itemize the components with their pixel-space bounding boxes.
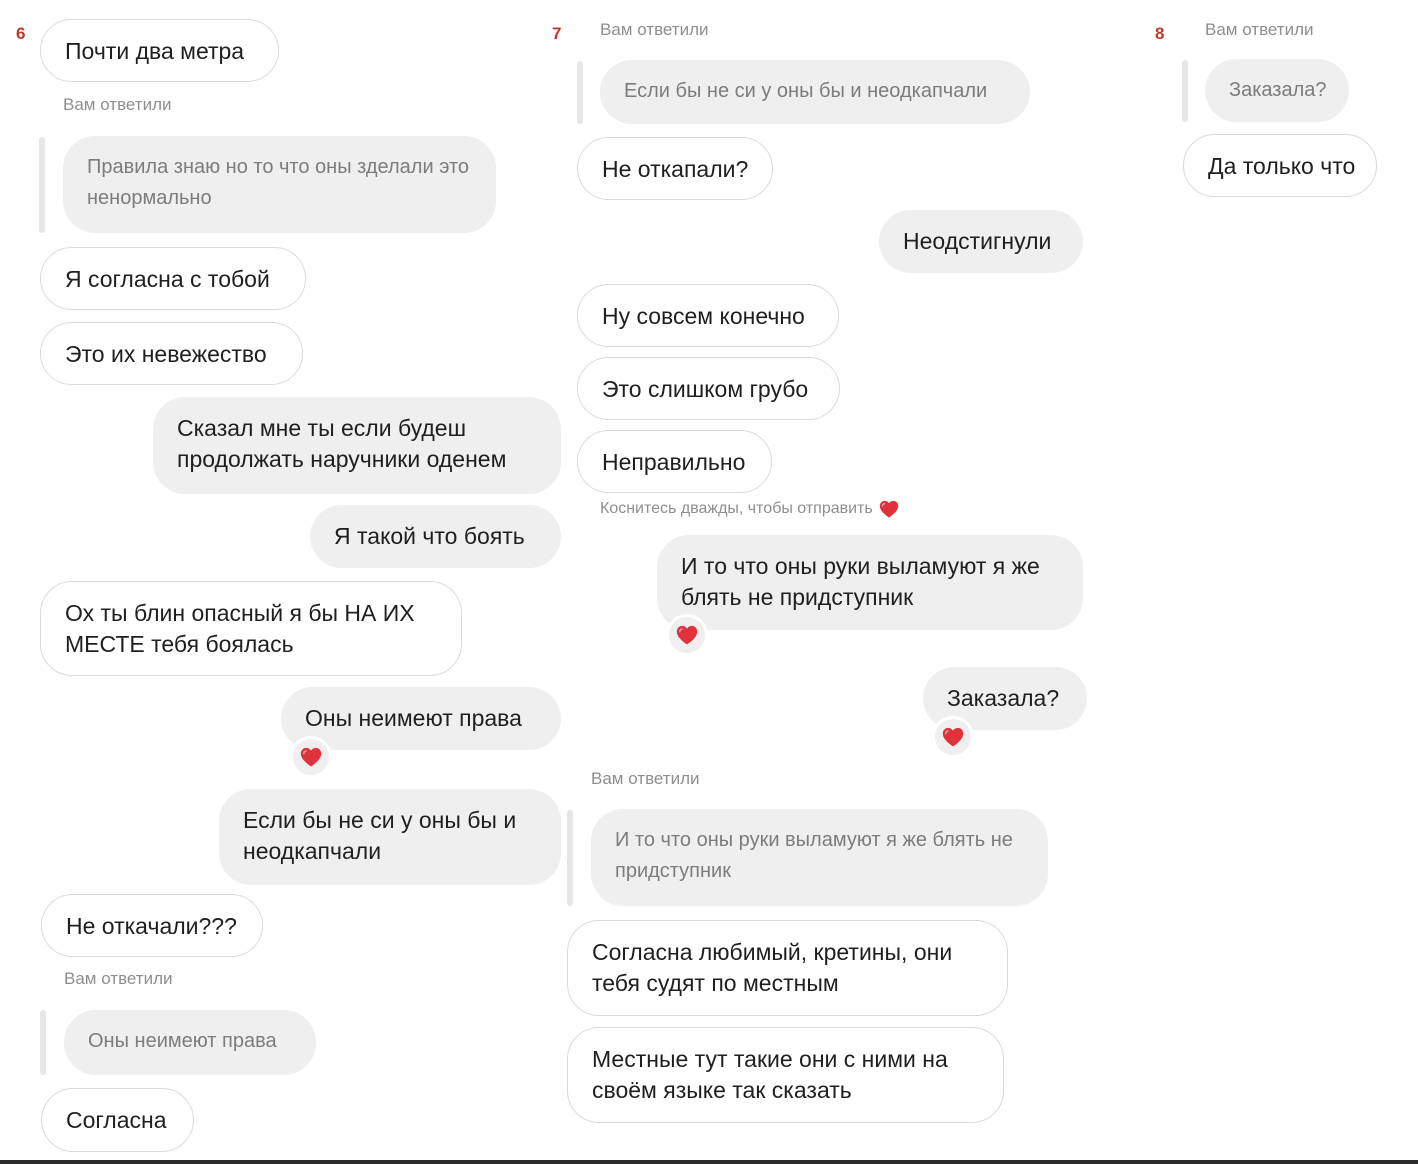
bottom-border (0, 1160, 1418, 1164)
heart-icon (879, 500, 899, 518)
reply-label: Вам ответили (1205, 20, 1314, 39)
heart-icon (676, 625, 698, 645)
incoming-message[interactable]: Согласна (41, 1088, 194, 1152)
reply-quote-bar (567, 810, 573, 906)
column-number: 8 (1155, 24, 1165, 43)
incoming-message[interactable]: Ну совсем конечно (577, 284, 839, 347)
reply-label: Вам ответили (63, 95, 172, 114)
reply-quote-bar (39, 137, 45, 233)
heart-icon (300, 747, 322, 767)
incoming-message[interactable]: Местные тут такие они с ними на своём яз… (567, 1027, 1004, 1123)
incoming-message[interactable]: Я согласна с тобой (40, 247, 306, 310)
incoming-message[interactable]: Почти два метра (40, 19, 279, 82)
reply-quote-bar (577, 61, 583, 124)
incoming-message[interactable]: Не откачали??? (41, 894, 263, 957)
heart-reaction[interactable] (290, 736, 332, 778)
incoming-message[interactable]: Не откапали? (577, 137, 773, 200)
reply-label: Вам ответили (600, 20, 709, 39)
quoted-message[interactable]: Заказала? (1205, 59, 1349, 122)
heart-icon (942, 727, 964, 747)
outgoing-message[interactable]: Сказал мне ты если будеш продолжать нару… (153, 397, 561, 494)
incoming-message[interactable]: Это их невежество (40, 322, 303, 385)
heart-reaction[interactable] (932, 716, 974, 758)
outgoing-message[interactable]: Я такой что боять (310, 505, 561, 568)
column-number: 7 (552, 24, 562, 43)
double-tap-hint: Коснитесь дважды, чтобы отправить (600, 499, 899, 519)
column-number: 6 (16, 24, 26, 43)
incoming-message[interactable]: Неправильно (577, 430, 772, 493)
outgoing-message[interactable]: И то что оны руки выламуют я же блять не… (657, 535, 1083, 630)
outgoing-message[interactable]: Если бы не си у оны бы и неодкапчали (219, 789, 561, 885)
reply-label: Вам ответили (591, 769, 700, 788)
reply-quote-bar (1182, 60, 1188, 122)
reply-label: Вам ответили (64, 969, 173, 988)
quoted-message[interactable]: Правила знаю но то что оны зделали это н… (63, 136, 496, 233)
outgoing-message[interactable]: Неодстигнули (879, 210, 1083, 273)
double-tap-hint-text: Коснитесь дважды, чтобы отправить (600, 500, 873, 517)
reply-quote-bar (40, 1010, 46, 1075)
heart-reaction[interactable] (666, 614, 708, 656)
incoming-message[interactable]: Согласна любимый, кретины, они тебя судя… (567, 920, 1008, 1016)
incoming-message[interactable]: Это слишком грубо (577, 357, 840, 420)
quoted-message[interactable]: Если бы не си у оны бы и неодкапчали (600, 60, 1030, 124)
quoted-message[interactable]: И то что оны руки выламуют я же блять не… (591, 809, 1048, 906)
incoming-message[interactable]: Да только что (1183, 134, 1377, 197)
incoming-message[interactable]: Ох ты блин опасный я бы НА ИХ МЕСТЕ тебя… (40, 581, 462, 676)
quoted-message[interactable]: Оны неимеют права (64, 1010, 316, 1075)
